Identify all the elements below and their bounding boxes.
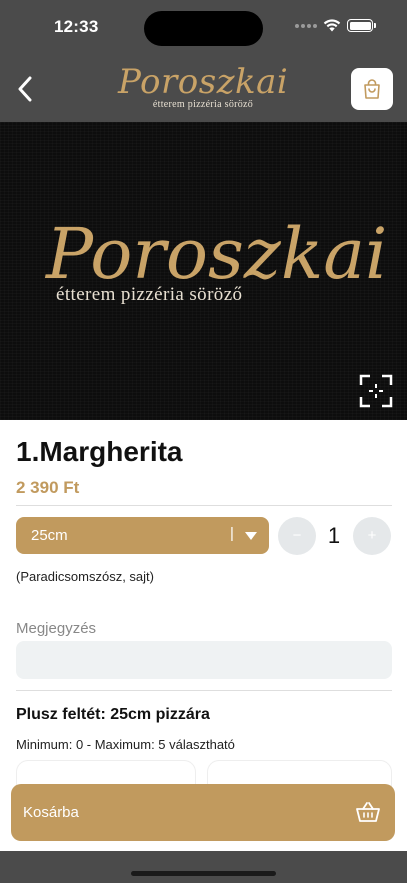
add-to-cart-label: Kosárba: [23, 804, 79, 821]
bottom-safe-area: [0, 851, 407, 883]
divider: [16, 505, 392, 506]
hero-logo: Poroszkai étterem pizzéria söröző: [40, 212, 387, 306]
header-logo-title: Poroszkai: [118, 62, 289, 102]
header-logo[interactable]: Poroszkai étterem pizzéria söröző: [118, 62, 288, 118]
cart-top-button[interactable]: [351, 68, 393, 110]
quantity-minus-button[interactable]: −: [278, 517, 316, 555]
note-input[interactable]: [16, 641, 392, 679]
product-ingredients: (Paradicsomszósz, sajt): [16, 569, 154, 584]
divider: [16, 690, 392, 691]
size-select[interactable]: 25cm: [16, 517, 269, 554]
chevron-left-icon: [18, 76, 32, 102]
shopping-bag-icon: [364, 79, 380, 99]
chevron-down-icon: [245, 532, 257, 540]
product-image: Poroszkai étterem pizzéria söröző: [0, 122, 407, 420]
basket-icon: [356, 802, 380, 822]
fullscreen-button[interactable]: [359, 374, 393, 408]
add-to-cart-button[interactable]: Kosárba: [11, 784, 395, 841]
signal-icon: [295, 23, 317, 28]
wifi-icon: [323, 19, 341, 32]
back-button[interactable]: [12, 74, 38, 104]
select-separator: [230, 525, 234, 544]
status-bar: 12:33: [0, 0, 407, 56]
status-icons: [295, 19, 376, 32]
nav-bar: Poroszkai étterem pizzéria söröző: [0, 56, 407, 122]
fullscreen-icon: [359, 374, 393, 408]
size-select-value: 25cm: [31, 527, 68, 544]
quantity-value: 1: [327, 523, 341, 548]
extras-title: Plusz feltét: 25cm pizzára: [16, 706, 210, 723]
product-price: 2 390 Ft: [16, 478, 80, 497]
home-indicator: [131, 871, 276, 876]
note-label: Megjegyzés: [16, 620, 97, 637]
extras-range: Minimum: 0 - Maximum: 5 választható: [16, 737, 235, 752]
battery-icon: [347, 19, 376, 32]
product-title: 1.Margherita: [16, 436, 183, 467]
quantity-plus-button[interactable]: +: [353, 517, 391, 555]
status-time: 12:33: [54, 17, 99, 36]
dynamic-island: [144, 11, 263, 46]
